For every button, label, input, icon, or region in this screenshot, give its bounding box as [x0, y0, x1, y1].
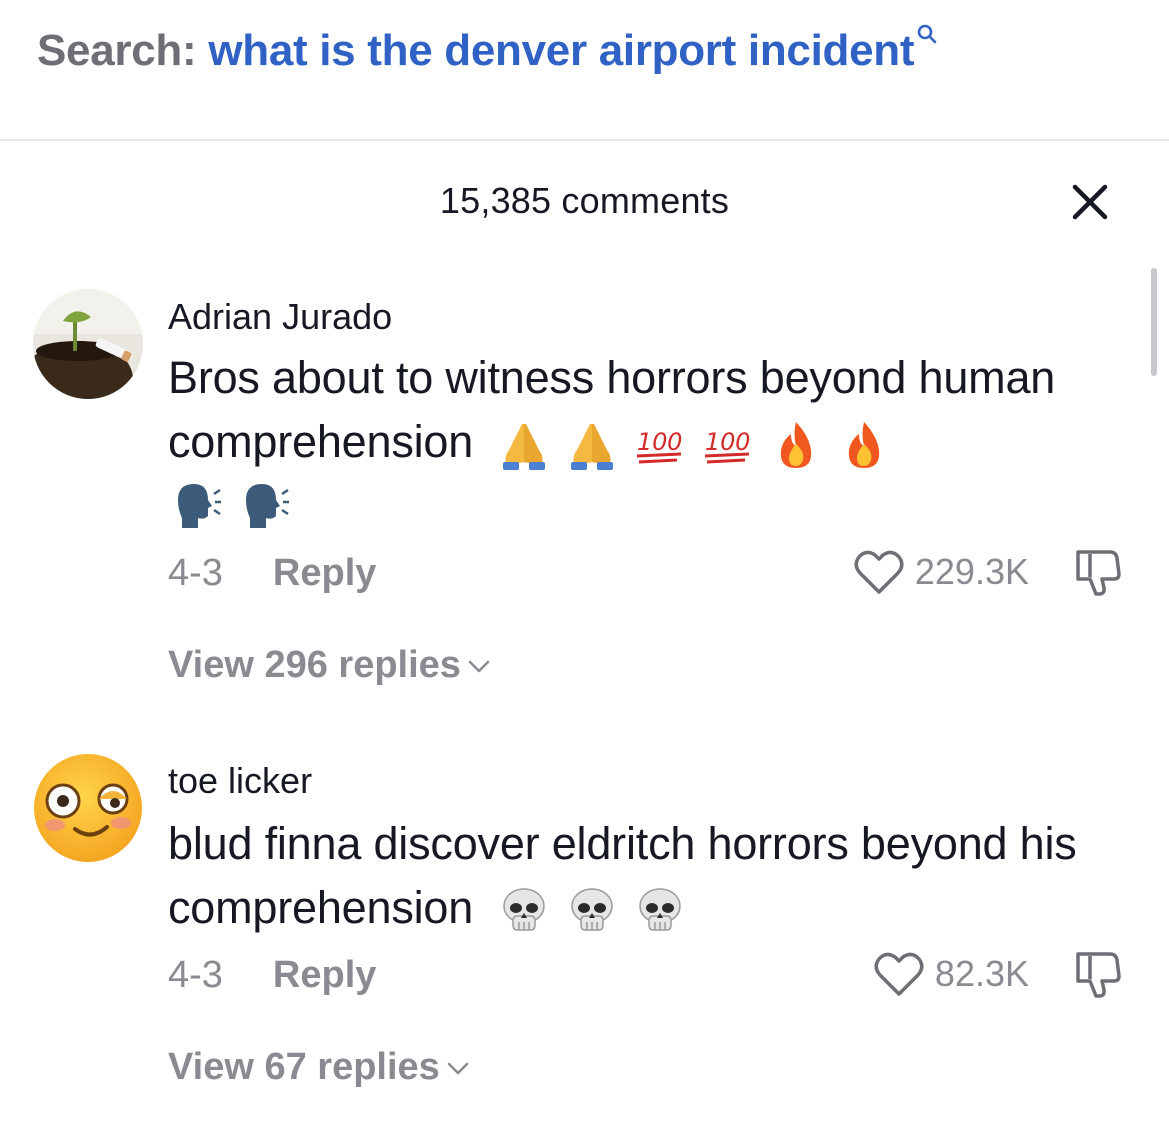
- scrollbar[interactable]: [1151, 268, 1157, 376]
- comment-meta: 4-3 Reply: [168, 954, 376, 997]
- search-prefix: Search:: [37, 26, 197, 75]
- comment-date: 4-3: [168, 954, 223, 996]
- hundred-points-icon: 100: [637, 428, 683, 464]
- skull-icon: [571, 888, 614, 931]
- like-group[interactable]: 82.3K: [873, 950, 1029, 998]
- hundred-points-icon: 100: [705, 428, 751, 464]
- comments-screen: Search: what is the denver airport incid…: [0, 0, 1169, 1124]
- view-replies-button[interactable]: View 67 replies: [168, 1046, 470, 1089]
- header-divider: [0, 139, 1169, 141]
- fire-icon: [849, 422, 880, 469]
- skull-icon: [503, 888, 546, 931]
- like-count: 82.3K: [934, 953, 1029, 994]
- view-replies-label: View 67 replies: [168, 1046, 440, 1088]
- svg-text:100: 100: [637, 428, 682, 456]
- reply-button[interactable]: Reply: [273, 552, 376, 595]
- close-icon[interactable]: [1070, 182, 1110, 222]
- view-replies-button[interactable]: View 296 replies: [168, 644, 491, 687]
- view-replies-label: View 296 replies: [168, 644, 461, 686]
- search-icon[interactable]: [916, 23, 938, 45]
- speaking-head-icon: [178, 484, 221, 528]
- comments-count-title: 15,385 comments: [439, 180, 730, 221]
- comment-date: 4-3: [168, 552, 223, 594]
- comment-text: Bros about to witness horrors beyond hum…: [168, 346, 1128, 532]
- avatar-image: [33, 289, 143, 399]
- speaking-head-icon: [246, 484, 289, 528]
- heart-icon[interactable]: [873, 950, 925, 998]
- chevron-down-icon: [468, 660, 490, 672]
- dislike-icon[interactable]: [1072, 546, 1124, 598]
- comment-username[interactable]: Adrian Jurado: [168, 296, 392, 338]
- folded-hands-icon: [571, 424, 614, 471]
- svg-text:100: 100: [705, 428, 750, 456]
- emoji-group: [168, 478, 1128, 532]
- comment-meta: 4-3 Reply: [168, 552, 376, 595]
- chevron-down-icon: [447, 1062, 469, 1074]
- search-query-link[interactable]: what is the denver airport incident: [208, 26, 914, 76]
- folded-hands-icon: [503, 424, 546, 471]
- emoji-group: [497, 884, 687, 938]
- avatar-image: [34, 754, 142, 862]
- skull-icon: [639, 888, 682, 931]
- comment-username[interactable]: toe licker: [168, 760, 312, 802]
- search-bar[interactable]: Search: what is the denver airport incid…: [37, 23, 938, 82]
- like-count: 229.3K: [914, 551, 1029, 592]
- emoji-group: 100 100: [497, 418, 891, 472]
- comment-text: blud finna discover eldritch horrors bey…: [168, 812, 1128, 940]
- avatar[interactable]: [33, 289, 143, 399]
- like-group[interactable]: 229.3K: [853, 548, 1029, 596]
- reply-button[interactable]: Reply: [273, 954, 376, 997]
- fire-icon: [781, 422, 812, 469]
- dislike-icon[interactable]: [1072, 948, 1124, 1000]
- avatar[interactable]: [33, 753, 143, 863]
- heart-icon[interactable]: [853, 548, 905, 596]
